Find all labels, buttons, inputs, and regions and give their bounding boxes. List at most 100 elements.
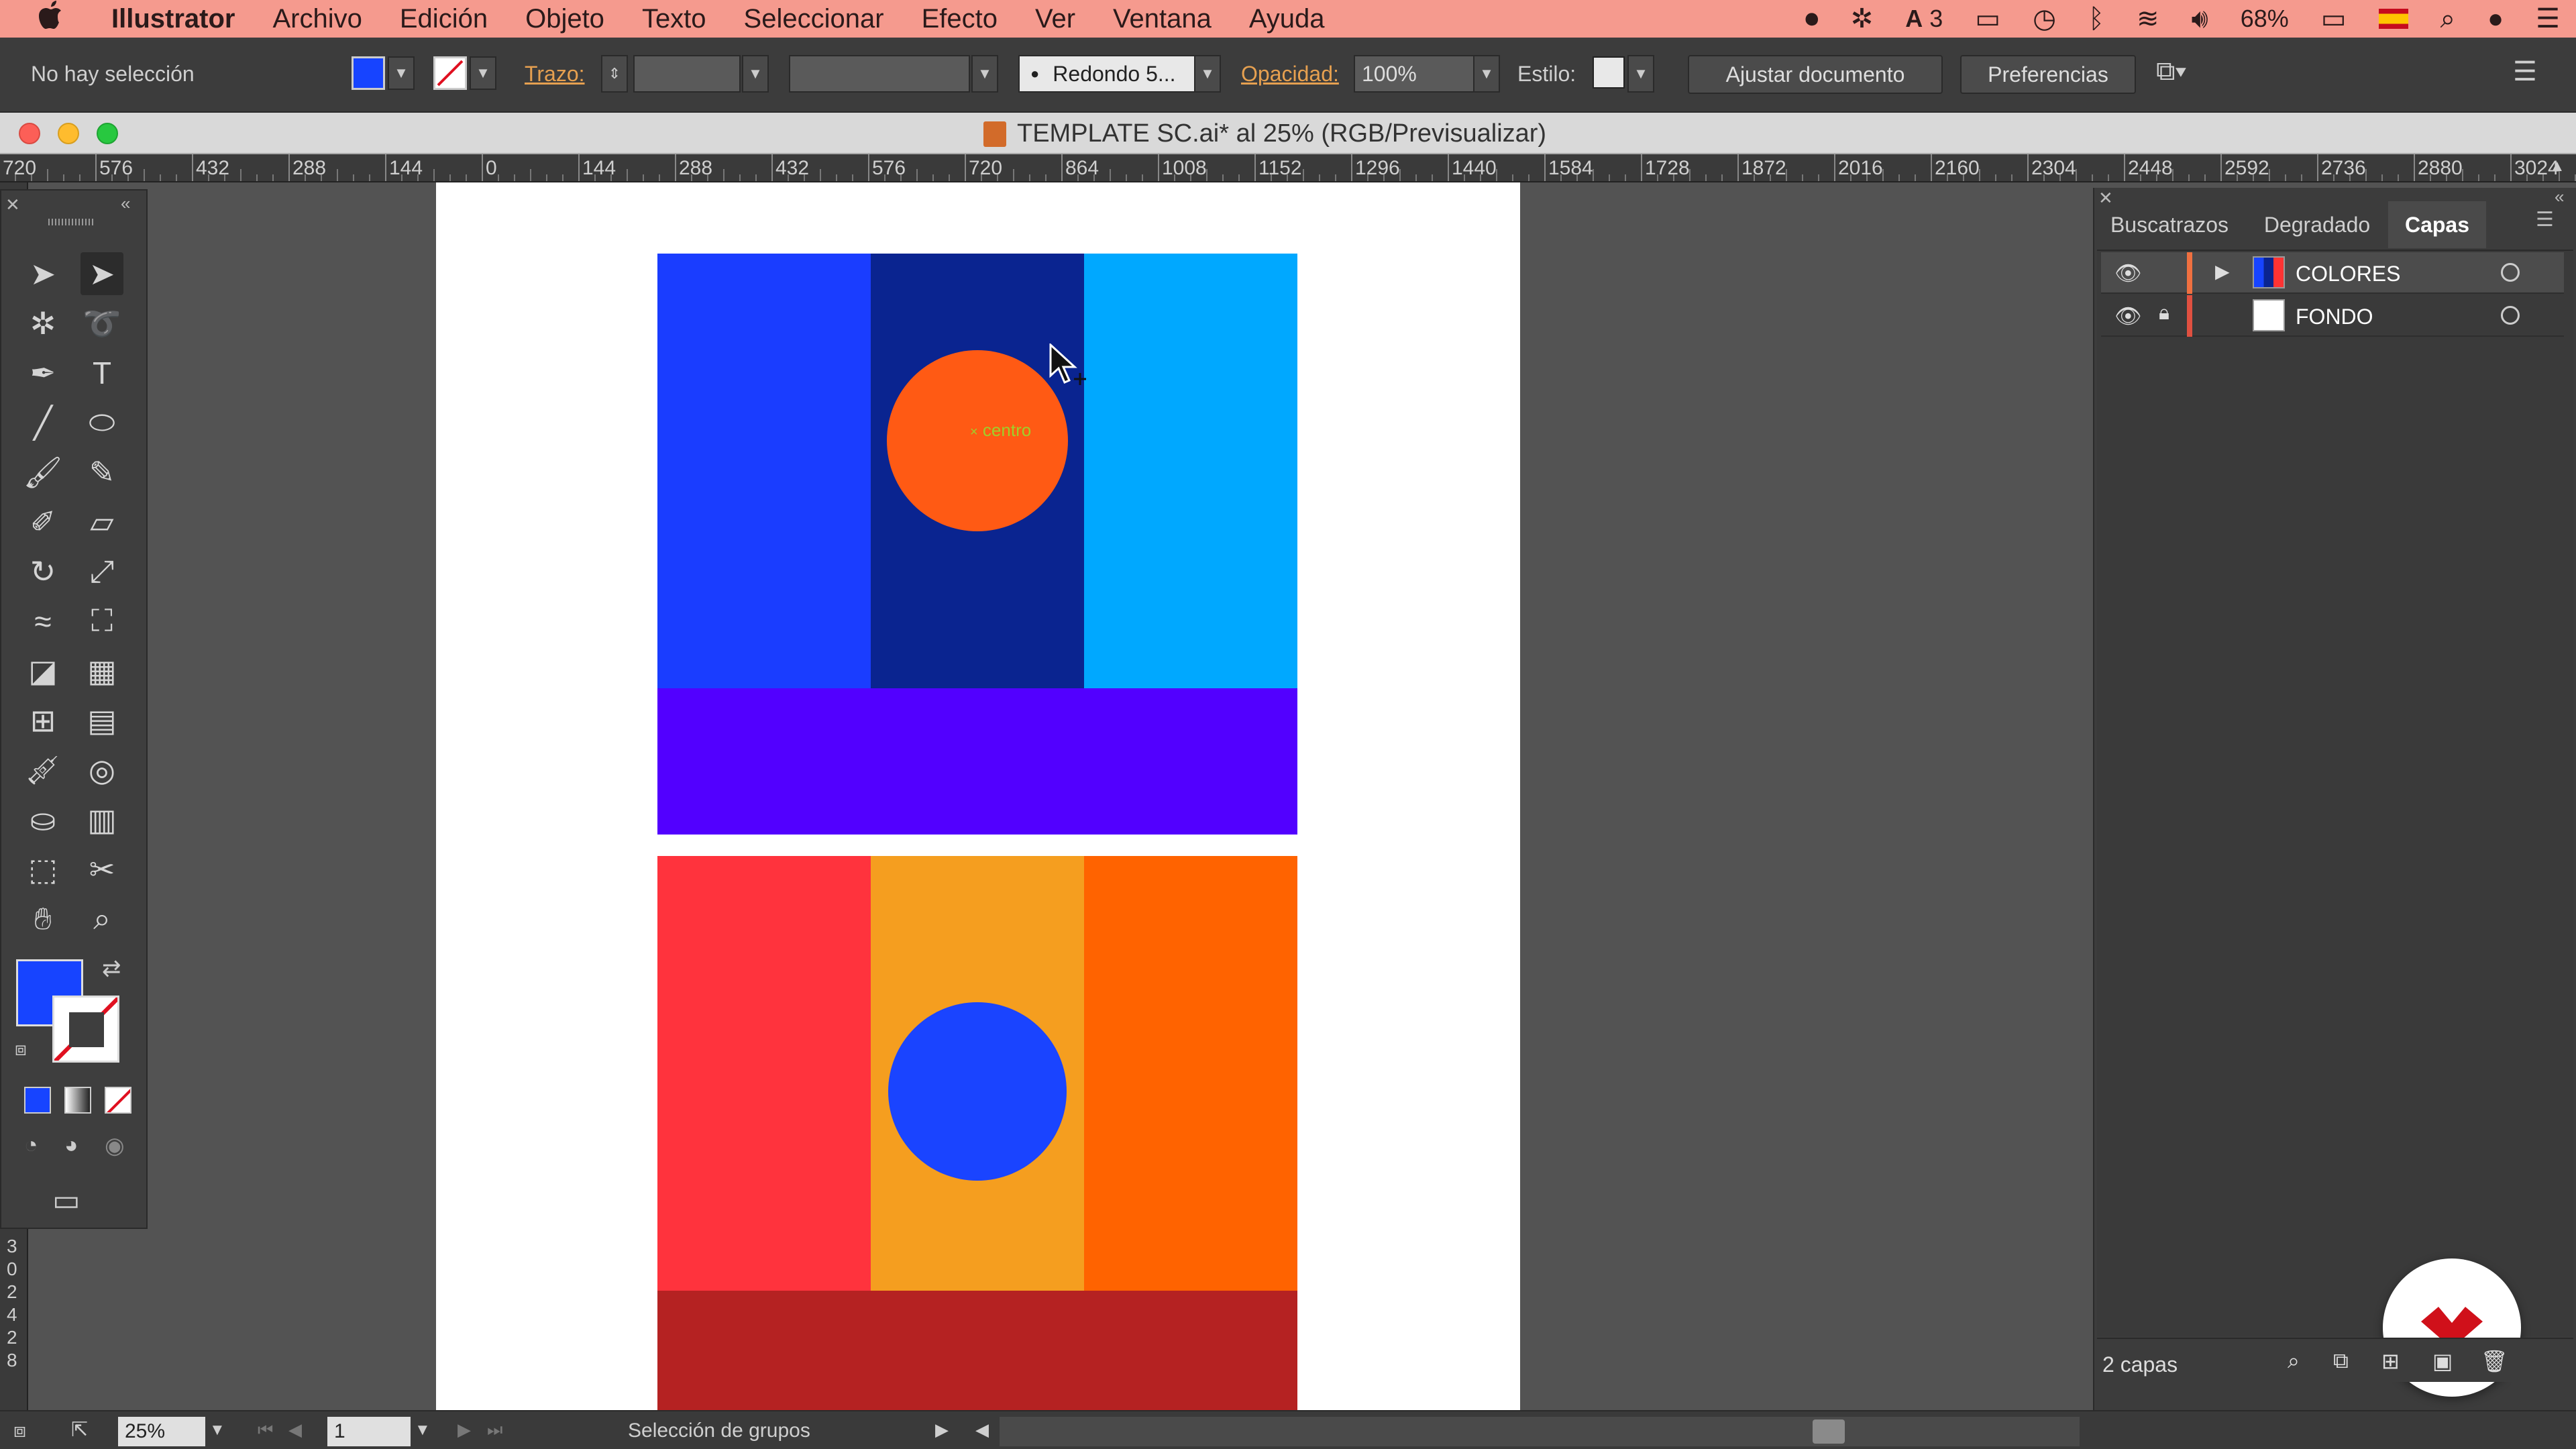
opacity-input[interactable]: 100%: [1354, 55, 1474, 93]
symbol-sprayer-tool-icon[interactable]: ⛀: [21, 798, 64, 841]
shape-builder-tool-icon[interactable]: ◪: [21, 649, 64, 692]
puzzle-icon[interactable]: ✲: [1851, 3, 1874, 34]
fill-swatch[interactable]: [352, 56, 385, 90]
column-graph-tool-icon[interactable]: ▥: [80, 798, 123, 841]
color-mode-icon[interactable]: [24, 1087, 51, 1114]
bottom-bottom-color-band[interactable]: [657, 1291, 1297, 1410]
top-right-color-block[interactable]: [1084, 254, 1297, 690]
tab-degradado[interactable]: Degradado: [2245, 201, 2390, 248]
menu-efecto[interactable]: Efecto: [922, 4, 998, 34]
pencil-tool-icon[interactable]: ✎: [80, 451, 123, 494]
battery-percent[interactable]: 68%: [2241, 5, 2289, 33]
top-bottom-color-band[interactable]: [657, 688, 1297, 835]
brush-definition[interactable]: ● Redondo 5...: [1018, 55, 1201, 93]
stroke-weight-field[interactable]: [633, 55, 741, 93]
type-tool-icon[interactable]: T: [80, 352, 123, 394]
layer-row-colores[interactable]: 👁︎ ▶ COLORES: [2101, 252, 2564, 294]
new-layer-icon[interactable]: ▣: [2432, 1348, 2453, 1374]
scroll-left-icon[interactable]: ◀: [975, 1419, 989, 1440]
draw-normal-icon[interactable]: ◔: [24, 1132, 38, 1159]
lasso-tool-icon[interactable]: ➰: [80, 302, 123, 345]
zoom-dropdown-icon[interactable]: ▼: [209, 1421, 225, 1440]
siri-icon[interactable]: ●: [2487, 4, 2504, 34]
scale-tool-icon[interactable]: ⤢: [80, 550, 123, 593]
top-circle[interactable]: [887, 350, 1068, 531]
previous-artboard-icon[interactable]: ◀: [288, 1419, 302, 1440]
screen-mode-icon[interactable]: ▭: [52, 1183, 80, 1218]
close-tools-icon[interactable]: ✕: [5, 195, 20, 215]
profile-dropdown[interactable]: ▼: [971, 55, 998, 93]
minimize-window-button[interactable]: [58, 123, 79, 144]
top-left-color-block[interactable]: [657, 254, 872, 690]
scrollbar-thumb[interactable]: [1813, 1419, 1845, 1444]
eyedropper-tool-icon[interactable]: 💉︎: [21, 749, 64, 792]
fill-dropdown[interactable]: ▼: [388, 56, 415, 90]
paintbrush-tool-icon[interactable]: 🖌︎: [21, 451, 64, 494]
arrange-documents-icon[interactable]: ⧉▾: [2156, 56, 2186, 87]
visibility-eye-icon[interactable]: 👁︎: [2114, 303, 2142, 329]
delete-layer-icon[interactable]: 🗑︎: [2481, 1348, 2508, 1374]
zoom-window-button[interactable]: [97, 123, 118, 144]
artboard-number-field[interactable]: 1: [327, 1417, 411, 1446]
zoom-tool-icon[interactable]: ⌕: [80, 898, 123, 941]
blob-brush-tool-icon[interactable]: ✐: [21, 500, 64, 543]
close-window-button[interactable]: [19, 123, 40, 144]
panel-options-menu-icon[interactable]: ☰: [2536, 208, 2554, 231]
layer-name[interactable]: COLORES: [2296, 262, 2400, 286]
swap-fill-stroke-icon[interactable]: ⇄: [102, 955, 121, 982]
panel-menu-icon[interactable]: ☰: [2513, 56, 2537, 87]
first-artboard-icon[interactable]: ⏮: [258, 1419, 273, 1441]
locate-object-icon[interactable]: ⌕: [2288, 1348, 2300, 1374]
time-machine-icon[interactable]: ◷: [2033, 3, 2056, 34]
horizontal-ruler[interactable]: 720 576 432 288 144 0 144 288 432 576 720 864 1008 11…: [0, 154, 2576, 182]
ellipse-tool-icon[interactable]: ⬭: [80, 401, 123, 444]
stroke-dropdown[interactable]: ▼: [470, 56, 496, 90]
layer-name[interactable]: FONDO: [2296, 305, 2373, 329]
blend-tool-icon[interactable]: ◎: [80, 749, 123, 792]
artboard-tool-icon[interactable]: ⬚: [21, 848, 64, 891]
variable-width-profile[interactable]: [789, 55, 970, 93]
bottom-right-color-block[interactable]: [1084, 856, 1297, 1292]
toolbox-grip[interactable]: [48, 219, 95, 225]
share-icon[interactable]: ⇱: [71, 1418, 88, 1442]
brush-dropdown[interactable]: ▼: [1194, 55, 1221, 93]
target-circle-icon[interactable]: [2501, 263, 2520, 282]
adobe-cc-icon[interactable]: A 3: [1905, 5, 1943, 33]
wifi-icon[interactable]: ≋: [2137, 3, 2159, 34]
menu-ventana[interactable]: Ventana: [1113, 4, 1212, 34]
collapse-panel-icon[interactable]: «: [2555, 186, 2564, 207]
stroke-color-box[interactable]: [52, 996, 119, 1063]
expand-triangle-icon[interactable]: ▶: [2215, 260, 2230, 282]
new-sublayer-icon[interactable]: ⊞: [2381, 1348, 2400, 1374]
graphic-style-swatch[interactable]: [1593, 56, 1625, 89]
mesh-tool-icon[interactable]: ⊞: [21, 699, 64, 742]
width-tool-icon[interactable]: ≈: [21, 600, 64, 643]
eraser-tool-icon[interactable]: ▱: [80, 500, 123, 543]
stroke-label[interactable]: Trazo:: [525, 62, 585, 87]
bluetooth-icon[interactable]: ᛒ: [2088, 4, 2104, 34]
menu-objeto[interactable]: Objeto: [525, 4, 604, 34]
bottom-circle[interactable]: [888, 1002, 1067, 1181]
perspective-grid-tool-icon[interactable]: ▦: [80, 649, 123, 692]
gradient-tool-icon[interactable]: ▤: [80, 699, 123, 742]
bottom-left-color-block[interactable]: [657, 856, 872, 1292]
opacity-dropdown[interactable]: ▼: [1473, 55, 1500, 93]
menu-edicion[interactable]: Edición: [400, 4, 488, 34]
lock-icon[interactable]: 🔒︎: [2159, 302, 2169, 325]
stroke-swatch[interactable]: [433, 56, 467, 90]
layer-row-fondo[interactable]: 👁︎ 🔒︎ FONDO: [2101, 295, 2564, 337]
record-icon[interactable]: ⏺: [1805, 4, 1819, 34]
visibility-eye-icon[interactable]: 👁︎: [2114, 260, 2142, 286]
menu-seleccionar[interactable]: Seleccionar: [744, 4, 884, 34]
scroll-up-icon[interactable]: ▲: [2549, 157, 2565, 176]
spotlight-search-icon[interactable]: ⌕: [2440, 4, 2455, 34]
opacity-label[interactable]: Opacidad:: [1241, 62, 1339, 87]
input-flag-icon[interactable]: [2378, 9, 2408, 29]
draw-inside-icon[interactable]: ◉: [105, 1132, 125, 1159]
artboard-navigation-icon[interactable]: ⧈: [13, 1419, 26, 1442]
battery-icon[interactable]: ▭: [2321, 3, 2347, 34]
app-name-menu[interactable]: Illustrator: [111, 4, 235, 34]
preferences-button[interactable]: Preferencias: [1960, 55, 2136, 94]
volume-icon[interactable]: 🔊︎: [2192, 4, 2208, 34]
menu-ayuda[interactable]: Ayuda: [1249, 4, 1325, 34]
